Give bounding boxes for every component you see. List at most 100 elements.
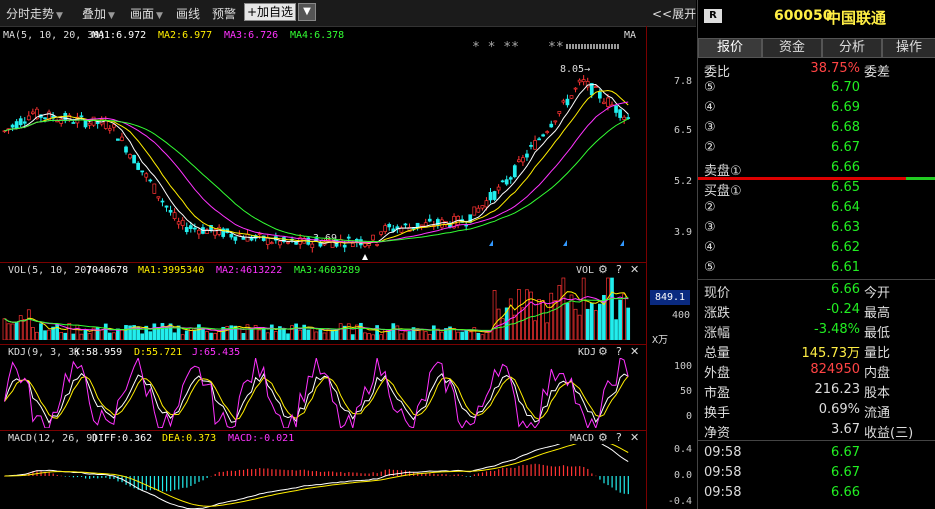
add-watchlist-button[interactable]: +加自选	[244, 3, 296, 21]
volume-bar	[427, 334, 432, 340]
tab-fund[interactable]: 资金	[762, 38, 822, 58]
candle-body	[31, 111, 35, 114]
volume-bar	[111, 332, 116, 340]
vol-tag: VOL	[576, 265, 595, 276]
macd-bar	[364, 473, 366, 476]
row-value: 6.70	[831, 80, 860, 95]
volume-bar	[512, 314, 517, 340]
candle-body	[387, 224, 392, 228]
macd-bar	[445, 474, 447, 476]
toolbar-drawline-button[interactable]: 画线	[176, 5, 200, 22]
add-watchlist-dropdown[interactable]: ▼	[298, 3, 316, 21]
vol-settings-icon[interactable]: ⚙	[598, 263, 608, 276]
tab-operate[interactable]: 操作	[882, 38, 935, 58]
volume-bar	[120, 329, 124, 340]
kdj-settings-icon[interactable]: ⚙	[598, 345, 608, 358]
row-label: 09:58	[704, 445, 742, 460]
macd-help-icon[interactable]: ?	[616, 431, 622, 444]
row-label-2: 量比	[864, 346, 891, 361]
volume-bar	[500, 318, 505, 340]
row-label: ④	[704, 100, 716, 115]
macd-bar	[534, 463, 536, 476]
vol-title: VOL(5, 10, 20)	[8, 265, 93, 276]
candle-body	[14, 121, 19, 129]
volume-bar	[545, 322, 550, 340]
candle-body	[188, 225, 193, 229]
volume-bar	[282, 328, 286, 340]
pane-divider	[0, 430, 646, 431]
vol-value: 7040678	[86, 265, 129, 276]
buy-level-row: ⑤ 6.61	[698, 258, 935, 278]
volume-bar	[47, 329, 51, 340]
volume-bar	[468, 331, 473, 340]
macd-bar	[68, 476, 70, 477]
price-axis-tick: 3.9	[673, 227, 692, 238]
candle-body	[22, 121, 27, 124]
candle-body	[91, 116, 96, 126]
quote-row: 换手 0.69% 流通	[698, 400, 935, 421]
quote-row: 涨幅 -3.48% 最低	[698, 320, 935, 341]
stock-code: 600050	[774, 8, 833, 24]
macd-bar	[336, 472, 338, 476]
row-value: 6.67	[831, 140, 860, 155]
row-label-2: 最高	[864, 306, 891, 321]
candle-body	[581, 79, 586, 83]
volume-bar	[553, 300, 558, 340]
event-flag-icon	[489, 240, 493, 246]
tab-analysis[interactable]: 分析	[822, 38, 882, 58]
toolbar-alert-button[interactable]: 预警	[212, 5, 236, 22]
candle-body	[116, 138, 120, 141]
toolbar-screen-button[interactable]: 画面 ▼	[130, 5, 163, 22]
candle-body	[476, 207, 481, 213]
volume-bar	[201, 327, 205, 340]
candle-body	[496, 186, 501, 191]
volume-bar	[399, 333, 404, 340]
candle-body	[233, 236, 238, 241]
expand-button[interactable]: <<展开	[652, 5, 696, 22]
candle-body	[168, 209, 173, 213]
candle-body	[184, 227, 189, 233]
vol-ma2: MA2:4613222	[216, 265, 283, 276]
candle-body	[375, 244, 379, 246]
volume-chart[interactable]	[0, 276, 646, 340]
candle-body	[132, 155, 136, 164]
kdj-close-icon[interactable]: ✕	[630, 345, 639, 358]
macd-chart[interactable]	[0, 444, 646, 509]
macd-bar	[129, 476, 131, 487]
candlestick-chart[interactable]	[0, 48, 646, 262]
candle-body	[144, 173, 149, 178]
macd-bar	[206, 476, 208, 478]
kdj-chart[interactable]	[0, 358, 646, 428]
macd-bar	[522, 464, 524, 476]
macd-bar	[80, 476, 83, 477]
macd-bar	[392, 469, 394, 476]
vol-close-icon[interactable]: ✕	[630, 263, 639, 276]
macd-settings-icon[interactable]: ⚙	[598, 431, 608, 444]
volume-bar	[561, 277, 566, 340]
macd-bar	[242, 469, 245, 476]
volume-bar	[573, 308, 578, 340]
toolbar-timeshare-button[interactable]: 分时走势 ▼	[6, 5, 63, 22]
volume-bar	[71, 333, 76, 340]
volume-bar	[63, 332, 68, 340]
tab-quote[interactable]: 报价	[698, 38, 762, 58]
macd-bar	[279, 469, 281, 476]
macd-bar	[510, 467, 512, 476]
volume-bar	[525, 289, 529, 340]
volume-bar	[626, 307, 631, 340]
row-value: -0.24	[826, 302, 860, 317]
row-value: 6.64	[831, 200, 860, 215]
candle-body	[484, 200, 489, 208]
macd-bar	[291, 469, 293, 476]
candle-body	[269, 242, 274, 244]
buy-level-row: ③ 6.63	[698, 218, 935, 238]
macd-bar	[40, 471, 42, 476]
kdj-help-icon[interactable]: ?	[616, 345, 622, 358]
volume-bar	[379, 334, 383, 340]
macd-bar	[153, 476, 156, 490]
macd-bar	[105, 476, 107, 478]
event-flag-icon	[563, 240, 567, 246]
toolbar-overlay-button[interactable]: 叠加 ▼	[82, 5, 115, 22]
vol-help-icon[interactable]: ?	[616, 263, 622, 276]
macd-close-icon[interactable]: ✕	[630, 431, 639, 444]
